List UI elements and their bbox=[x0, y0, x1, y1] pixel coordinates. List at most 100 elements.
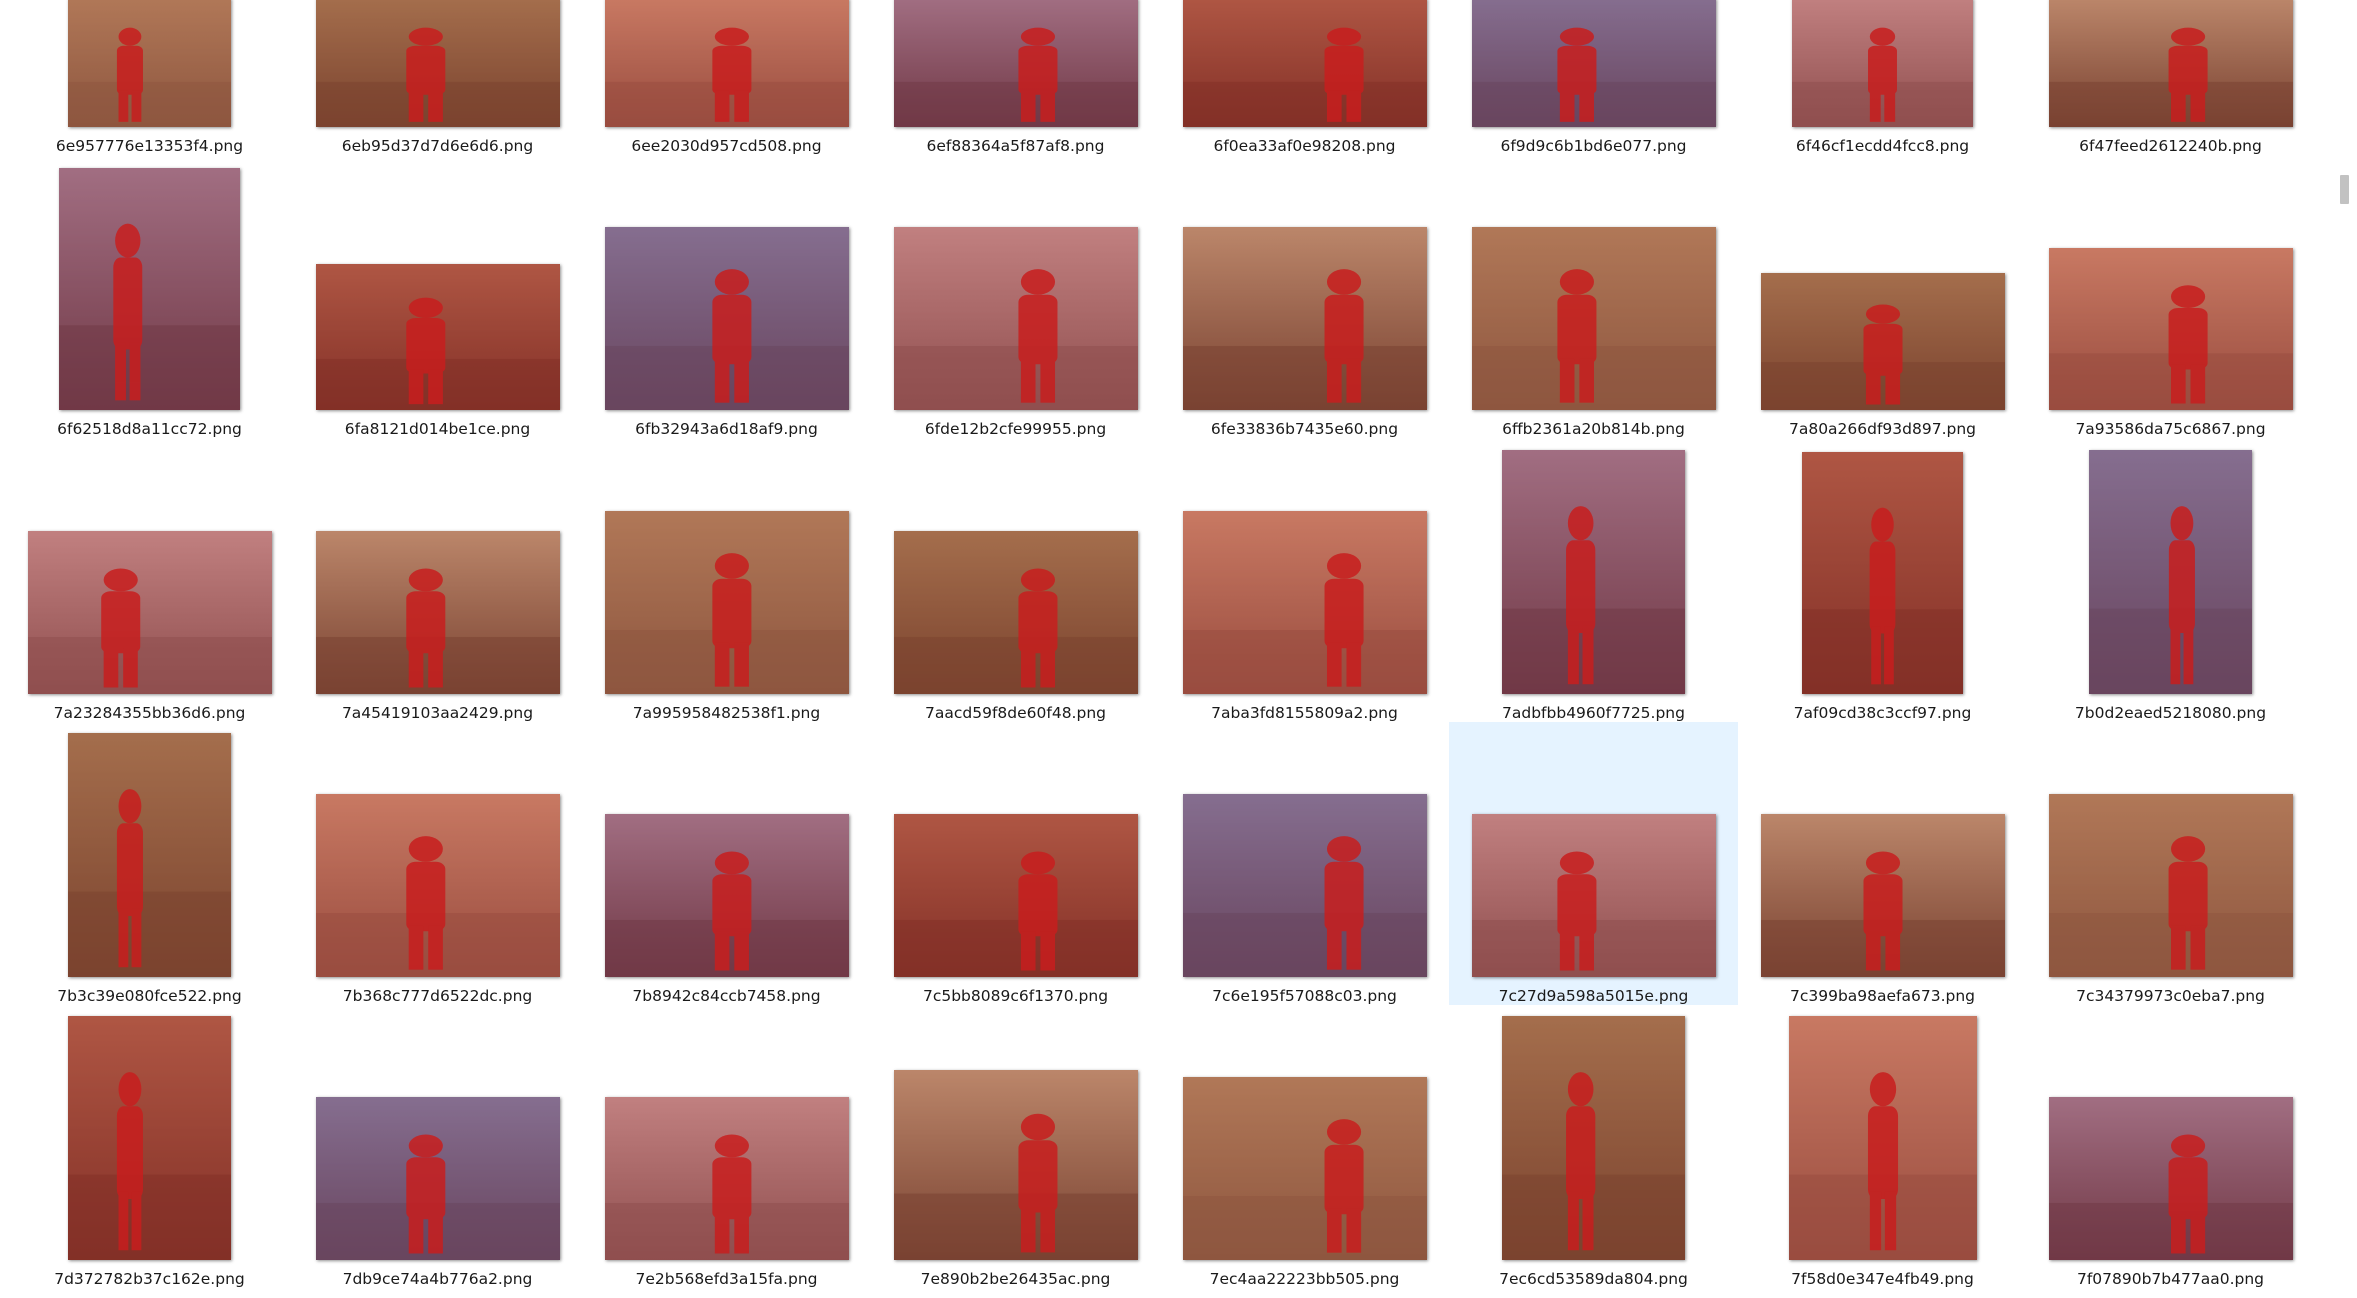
file-thumbnail[interactable] bbox=[1761, 814, 2005, 977]
file-name-label: 6ee2030d957cd508.png bbox=[631, 137, 822, 155]
file-thumbnail[interactable] bbox=[68, 0, 231, 127]
file-tile[interactable]: 7e890b2be26435ac.png bbox=[871, 1005, 1160, 1288]
file-tile[interactable]: 6f47feed2612240b.png bbox=[2026, 0, 2315, 155]
file-tile[interactable]: 7c34379973c0eba7.png bbox=[2026, 722, 2315, 1005]
file-tile[interactable]: 7b368c777d6522dc.png bbox=[293, 722, 582, 1005]
file-tile[interactable]: 6ee2030d957cd508.png bbox=[582, 0, 871, 155]
file-tile[interactable]: 7aba3fd8155809a2.png bbox=[1160, 439, 1449, 722]
file-name-label: 6f62518d8a11cc72.png bbox=[57, 420, 242, 438]
file-tile[interactable]: 7c399ba98aefa673.png bbox=[1738, 722, 2027, 1005]
file-thumbnail[interactable] bbox=[1183, 1077, 1427, 1260]
file-thumbnail[interactable] bbox=[2089, 450, 2252, 694]
file-thumbnail[interactable] bbox=[1472, 227, 1716, 410]
file-tile[interactable]: 7d372782b37c162e.png bbox=[5, 1005, 294, 1288]
file-thumbnail[interactable] bbox=[1472, 814, 1716, 977]
file-thumbnail[interactable] bbox=[605, 511, 849, 694]
file-tile[interactable]: 6eb95d37d7d6e6d6.png bbox=[293, 0, 582, 155]
file-tile[interactable]: 7a93586da75c6867.png bbox=[2026, 155, 2315, 438]
file-thumbnail[interactable] bbox=[2049, 1097, 2293, 1260]
file-name-label: 6fe33836b7435e60.png bbox=[1210, 420, 1399, 438]
file-thumbnail[interactable] bbox=[68, 733, 231, 977]
vertical-scrollbar[interactable] bbox=[2332, 0, 2357, 1298]
file-thumbnail[interactable] bbox=[605, 0, 849, 127]
file-thumbnail[interactable] bbox=[2049, 248, 2293, 410]
file-thumbnail[interactable] bbox=[605, 1097, 849, 1260]
file-name-label: 6f0ea33af0e98208.png bbox=[1213, 137, 1396, 155]
file-name-label: 6f9d9c6b1bd6e077.png bbox=[1500, 137, 1687, 155]
file-name-label: 7b368c777d6522dc.png bbox=[342, 987, 533, 1005]
file-thumbnail[interactable] bbox=[316, 794, 560, 977]
file-thumbnail[interactable] bbox=[1183, 794, 1427, 977]
file-name-label: 7c34379973c0eba7.png bbox=[2076, 987, 2265, 1005]
file-thumbnail[interactable] bbox=[1761, 273, 2005, 410]
file-thumbnail[interactable] bbox=[894, 1070, 1138, 1260]
file-tile[interactable]: 6ffb2361a20b814b.png bbox=[1449, 155, 1738, 438]
file-name-label: 7a80a266df93d897.png bbox=[1788, 420, 1977, 438]
file-tile[interactable]: 6f9d9c6b1bd6e077.png bbox=[1449, 0, 1738, 155]
file-thumbnail[interactable] bbox=[1183, 0, 1427, 127]
file-tile[interactable]: 7b0d2eaed5218080.png bbox=[2026, 439, 2315, 722]
file-tile[interactable]: 6fb32943a6d18af9.png bbox=[582, 155, 871, 438]
file-name-label: 7a93586da75c6867.png bbox=[2075, 420, 2266, 438]
file-tile[interactable]: 7a80a266df93d897.png bbox=[1738, 155, 2027, 438]
file-name-label: 7b0d2eaed5218080.png bbox=[2074, 704, 2267, 722]
file-tile[interactable]: 7a45419103aa2429.png bbox=[293, 439, 582, 722]
file-thumbnail[interactable] bbox=[1472, 0, 1716, 127]
file-thumbnail[interactable] bbox=[894, 814, 1138, 977]
file-name-label: 6fde12b2cfe99955.png bbox=[924, 420, 1107, 438]
file-thumbnail[interactable] bbox=[2049, 0, 2293, 127]
file-thumbnail[interactable] bbox=[1802, 452, 1963, 694]
file-tile[interactable]: 7ec6cd53589da804.png bbox=[1449, 1005, 1738, 1288]
file-tile[interactable]: 7a995958482538f1.png bbox=[582, 439, 871, 722]
file-thumbnail[interactable] bbox=[68, 1016, 231, 1260]
file-tile[interactable]: 6fde12b2cfe99955.png bbox=[871, 155, 1160, 438]
file-thumbnail[interactable] bbox=[894, 531, 1138, 694]
file-tile[interactable]: 7e2b568efd3a15fa.png bbox=[582, 1005, 871, 1288]
file-thumbnail[interactable] bbox=[1789, 1016, 1977, 1260]
file-tile[interactable]: 6e957776e13353f4.png bbox=[5, 0, 294, 155]
file-thumbnail[interactable] bbox=[316, 0, 560, 127]
scrollbar-thumb[interactable] bbox=[2340, 175, 2349, 204]
file-thumbnail[interactable] bbox=[894, 0, 1138, 127]
file-tile[interactable]: 7b8942c84ccb7458.png bbox=[582, 722, 871, 1005]
file-thumbnail[interactable] bbox=[1502, 450, 1685, 694]
file-tile[interactable]: 7aacd59f8de60f48.png bbox=[871, 439, 1160, 722]
file-name-label: 6fa8121d014be1ce.png bbox=[344, 420, 531, 438]
file-thumbnail[interactable] bbox=[1502, 1016, 1685, 1260]
file-name-label: 7db9ce74a4b776a2.png bbox=[342, 1270, 533, 1288]
file-tile[interactable]: 6fe33836b7435e60.png bbox=[1160, 155, 1449, 438]
file-tile[interactable]: 7db9ce74a4b776a2.png bbox=[293, 1005, 582, 1288]
file-tile[interactable]: 6fa8121d014be1ce.png bbox=[293, 155, 582, 438]
file-thumbnail[interactable] bbox=[894, 227, 1138, 410]
file-tile[interactable]: 7f07890b7b477aa0.png bbox=[2026, 1005, 2315, 1288]
file-tile[interactable]: 7f58d0e347e4fb49.png bbox=[1738, 1005, 2027, 1288]
file-tile[interactable]: 6ef88364a5f87af8.png bbox=[871, 0, 1160, 155]
file-name-label: 7c6e195f57088c03.png bbox=[1212, 987, 1397, 1005]
file-tile[interactable]: 6f62518d8a11cc72.png bbox=[5, 155, 294, 438]
file-name-label: 6f46cf1ecdd4fcc8.png bbox=[1795, 137, 1970, 155]
file-thumbnail[interactable] bbox=[605, 814, 849, 977]
file-tile[interactable]: 7af09cd38c3ccf97.png bbox=[1738, 439, 2027, 722]
file-name-label: 6ffb2361a20b814b.png bbox=[1502, 420, 1685, 438]
file-tile[interactable]: 7c6e195f57088c03.png bbox=[1160, 722, 1449, 1005]
file-tile[interactable]: 7ec4aa22223bb505.png bbox=[1160, 1005, 1449, 1288]
file-thumbnail[interactable] bbox=[1183, 227, 1427, 410]
file-tile[interactable]: 6f46cf1ecdd4fcc8.png bbox=[1738, 0, 2027, 155]
file-thumbnail[interactable] bbox=[605, 227, 849, 410]
file-tile[interactable]: 7c27d9a598a5015e.png bbox=[1449, 722, 1738, 1005]
file-tile[interactable]: 6f0ea33af0e98208.png bbox=[1160, 0, 1449, 155]
file-thumbnail[interactable] bbox=[316, 264, 560, 410]
file-thumbnail[interactable] bbox=[1792, 0, 1973, 127]
file-name-label: 7a995958482538f1.png bbox=[632, 704, 821, 722]
file-thumbnail[interactable] bbox=[59, 168, 240, 410]
file-tile[interactable]: 7b3c39e080fce522.png bbox=[5, 722, 294, 1005]
file-tile[interactable]: 7adbfbb4960f7725.png bbox=[1449, 439, 1738, 722]
file-thumbnail[interactable] bbox=[2049, 794, 2293, 977]
file-tile[interactable]: 7a23284355bb36d6.png bbox=[5, 439, 294, 722]
file-tile[interactable]: 7c5bb8089c6f1370.png bbox=[871, 722, 1160, 1005]
file-thumbnail[interactable] bbox=[316, 531, 560, 694]
file-thumbnail[interactable] bbox=[28, 531, 272, 694]
file-thumbnail[interactable] bbox=[1183, 511, 1427, 694]
file-name-label: 7e890b2be26435ac.png bbox=[920, 1270, 1111, 1288]
file-thumbnail[interactable] bbox=[316, 1097, 560, 1260]
